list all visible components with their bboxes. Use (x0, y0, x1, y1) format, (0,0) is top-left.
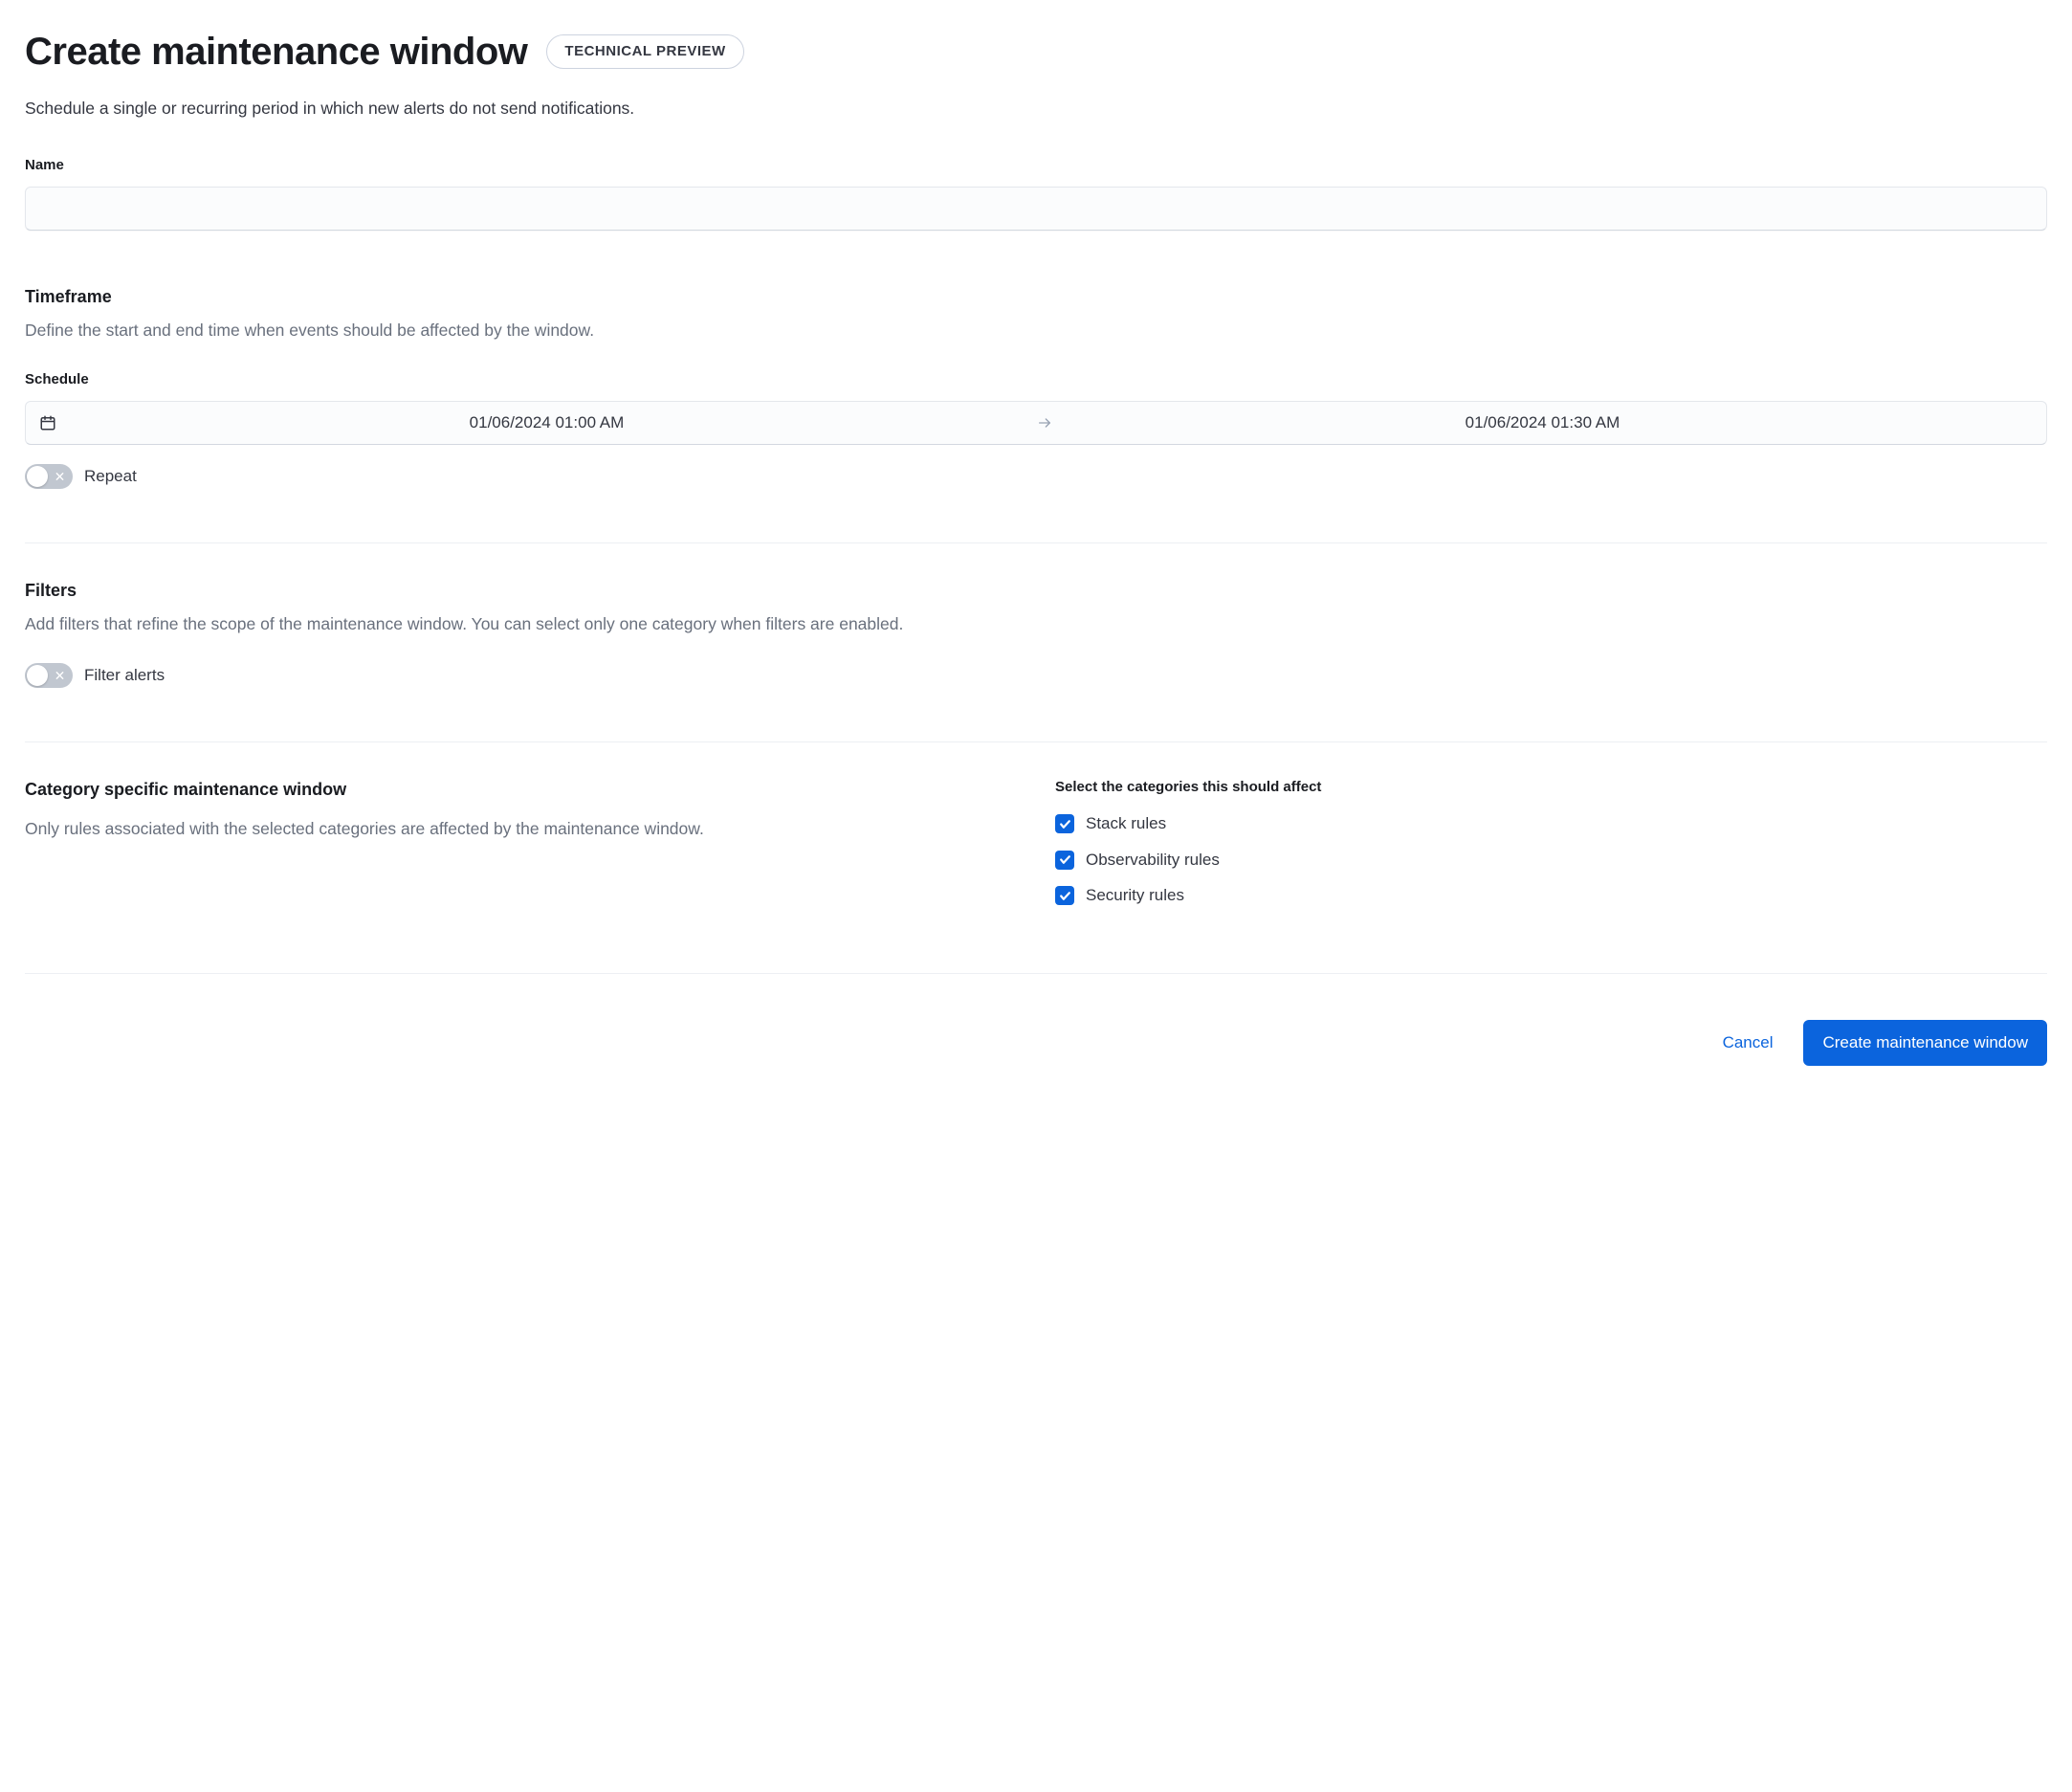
divider (25, 741, 2047, 742)
repeat-label: Repeat (84, 464, 137, 489)
categories-description: Only rules associated with the selected … (25, 816, 1017, 841)
create-maintenance-window-button[interactable]: Create maintenance window (1803, 1020, 2047, 1066)
calendar-icon (39, 414, 56, 431)
category-row: Security rules (1055, 883, 2047, 908)
technical-preview-badge: TECHNICAL PREVIEW (546, 34, 743, 70)
name-input[interactable] (25, 187, 2047, 231)
x-icon (55, 670, 65, 680)
timeframe-description: Define the start and end time when event… (25, 318, 2047, 343)
name-label: Name (25, 155, 2047, 177)
toggle-knob (27, 466, 48, 487)
category-row: Stack rules (1055, 811, 2047, 836)
category-label: Stack rules (1086, 811, 1166, 836)
repeat-toggle[interactable] (25, 464, 73, 489)
x-icon (55, 471, 65, 481)
timeframe-title: Timeframe (25, 284, 2047, 310)
category-label: Observability rules (1086, 848, 1220, 873)
categories-select-heading: Select the categories this should affect (1055, 777, 2047, 799)
filters-description: Add filters that refine the scope of the… (25, 611, 2047, 636)
page-subtitle: Schedule a single or recurring period in… (25, 96, 2047, 121)
schedule-label: Schedule (25, 369, 2047, 391)
schedule-date-range[interactable]: 01/06/2024 01:00 AM 01/06/2024 01:30 AM (25, 401, 2047, 445)
observability-rules-checkbox[interactable] (1055, 851, 1074, 870)
arrow-right-icon (1037, 415, 1052, 431)
category-row: Observability rules (1055, 848, 2047, 873)
filter-alerts-toggle[interactable] (25, 663, 73, 688)
security-rules-checkbox[interactable] (1055, 886, 1074, 905)
cancel-button[interactable]: Cancel (1719, 1024, 1777, 1062)
filters-title: Filters (25, 578, 2047, 604)
schedule-start: 01/06/2024 01:00 AM (56, 410, 1037, 435)
divider (25, 542, 2047, 543)
category-label: Security rules (1086, 883, 1184, 908)
stack-rules-checkbox[interactable] (1055, 814, 1074, 833)
toggle-knob (27, 665, 48, 686)
schedule-end: 01/06/2024 01:30 AM (1052, 410, 2033, 435)
page-title: Create maintenance window (25, 23, 527, 80)
filter-alerts-label: Filter alerts (84, 663, 165, 688)
categories-title: Category specific maintenance window (25, 777, 1017, 803)
